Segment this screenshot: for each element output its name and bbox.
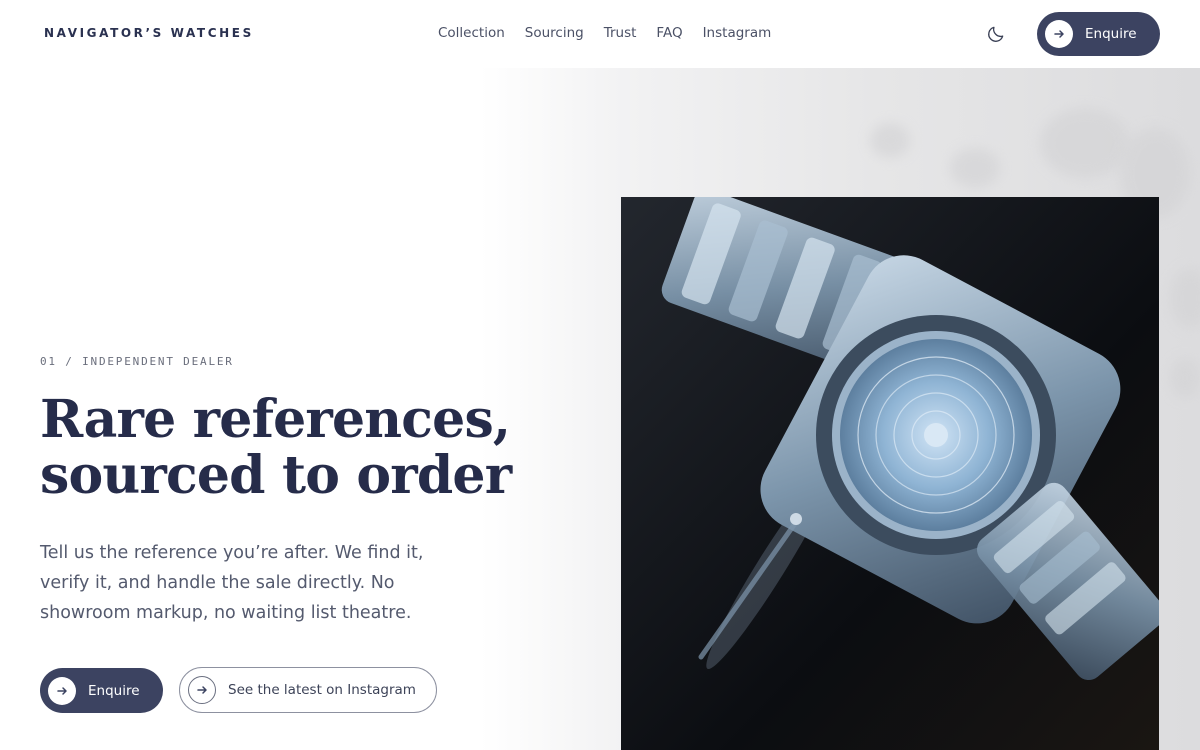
instagram-link-label: See the latest on Instagram	[228, 682, 416, 698]
header-enquire-button[interactable]: Enquire	[1037, 12, 1160, 56]
hero-headline-line-2: sourced to order	[40, 445, 512, 506]
hero-headline-line-1: Rare references,	[40, 389, 511, 450]
nav-link-trust[interactable]: Trust	[604, 25, 637, 41]
site-header: NAVIGATOR’S WATCHES Collection Sourcing …	[0, 0, 1200, 68]
theme-toggle-button[interactable]	[984, 22, 1008, 46]
header-enquire-label: Enquire	[1085, 26, 1137, 42]
hero-enquire-button[interactable]: Enquire	[40, 668, 163, 713]
hero-watch-image	[621, 197, 1159, 750]
instagram-link-button[interactable]: See the latest on Instagram	[179, 667, 437, 713]
nav-link-sourcing[interactable]: Sourcing	[525, 25, 584, 41]
brand-logo[interactable]: NAVIGATOR’S WATCHES	[44, 26, 254, 40]
nav-link-faq[interactable]: FAQ	[656, 25, 682, 41]
nav-link-instagram[interactable]: Instagram	[703, 25, 772, 41]
main-nav: Collection Sourcing Trust FAQ Instagram	[438, 25, 771, 41]
hero-enquire-label: Enquire	[88, 682, 140, 699]
hero-intro: Tell us the reference you’re after. We f…	[40, 543, 424, 623]
moon-icon	[988, 26, 1004, 42]
hero-headline: Rare references, sourced to order	[40, 389, 512, 506]
hero-kicker: 01 / INDEPENDENT DEALER	[40, 355, 234, 368]
arrow-right-icon	[48, 676, 76, 705]
arrow-right-icon	[188, 676, 216, 704]
arrow-right-icon	[1045, 20, 1073, 48]
nav-link-collection[interactable]: Collection	[438, 25, 505, 41]
